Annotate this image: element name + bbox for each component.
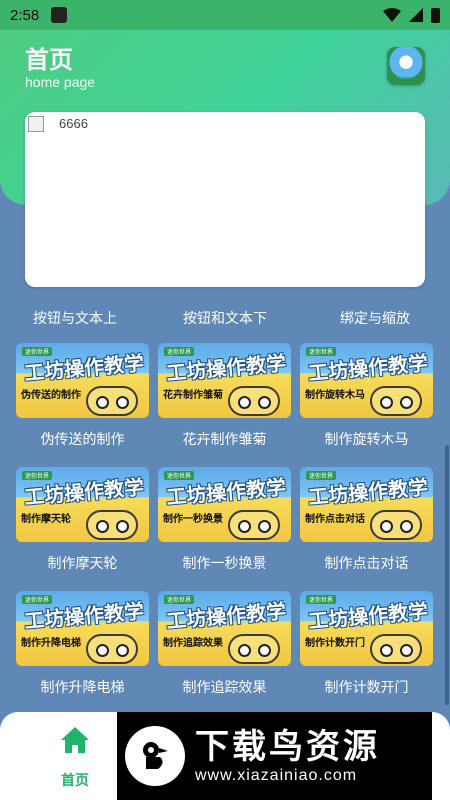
notification-icon [51, 7, 68, 23]
tab-button-text-bottom[interactable]: 按钮和文本下 [150, 308, 300, 328]
tutorial-card[interactable]: 迷你世界 工坊操作教学 伪传送的制作 伪传送的制作 [16, 343, 149, 449]
thumb-caption: 制作点击对话 [305, 514, 365, 525]
tutorial-label[interactable]: 伪传送的制作 [16, 429, 149, 449]
tutorial-label[interactable]: 制作点击对话 [300, 553, 433, 573]
page-subtitle: home page [25, 74, 96, 90]
category-tabs: 按钮与文本上 按钮和文本下 绑定与缩放 [0, 308, 450, 328]
tutorial-card[interactable]: 迷你世界 工坊操作教学 制作摩天轮 制作摩天轮 [16, 467, 149, 573]
avatar-caption: 功能助手 [395, 77, 416, 83]
tutorial-label[interactable]: 制作旋转木马 [300, 429, 433, 449]
nav-home-label: 首页 [61, 773, 89, 789]
tutorial-card[interactable]: 迷你世界 工坊操作教学 制作一秒换景 制作一秒换景 [158, 467, 291, 573]
tutorial-card[interactable]: 迷你世界 工坊操作教学 制作点击对话 制作点击对话 [300, 467, 433, 573]
tutorial-label[interactable]: 制作计数开门 [300, 677, 433, 697]
tutorial-card[interactable]: 迷你世界 工坊操作教学 制作升降电梯 制作升降电梯 [16, 591, 149, 697]
tutorial-label[interactable]: 制作追踪效果 [158, 677, 291, 697]
banner-image[interactable]: 6666 [25, 112, 425, 287]
banner-alt-text: 6666 [59, 116, 88, 131]
thumb-caption: 制作一秒换景 [163, 514, 223, 525]
home-icon [61, 727, 89, 753]
watermark-overlay: 下载鸟资源 www.xiazainiao.com [117, 712, 432, 800]
status-bar: 2:58 [0, 0, 450, 30]
thumb-caption: 制作摩天轮 [21, 514, 71, 525]
signal-icon [409, 8, 423, 22]
tutorial-thumbnail[interactable]: 迷你世界 工坊操作教学 制作点击对话 [300, 467, 433, 542]
tutorial-label[interactable]: 制作一秒换景 [158, 553, 291, 573]
tutorial-card[interactable]: 迷你世界 工坊操作教学 花卉制作雏菊 花卉制作雏菊 [158, 343, 291, 449]
scrollbar[interactable] [445, 445, 449, 705]
tutorial-thumbnail[interactable]: 迷你世界 工坊操作教学 制作一秒换景 [158, 467, 291, 542]
tutorial-thumbnail[interactable]: 迷你世界 工坊操作教学 制作旋转木马 [300, 343, 433, 418]
tutorial-thumbnail[interactable]: 迷你世界 工坊操作教学 制作追踪效果 [158, 591, 291, 666]
thumb-caption: 花卉制作雏菊 [163, 390, 223, 401]
tab-bind-zoom[interactable]: 绑定与缩放 [300, 308, 450, 328]
page-title: 首页 [25, 46, 73, 74]
watermark-title: 下载鸟资源 [195, 727, 380, 767]
thumb-caption: 制作旋转木马 [305, 390, 365, 401]
watermark-logo [125, 726, 185, 786]
thumb-caption: 伪传送的制作 [21, 390, 81, 401]
tutorial-thumbnail[interactable]: 迷你世界 工坊操作教学 伪传送的制作 [16, 343, 149, 418]
thumb-caption: 制作升降电梯 [21, 638, 81, 649]
tutorial-thumbnail[interactable]: 迷你世界 工坊操作教学 花卉制作雏菊 [158, 343, 291, 418]
watermark-url: www.xiazainiao.com [195, 767, 358, 784]
battery-icon [431, 7, 440, 23]
wifi-icon [383, 8, 401, 22]
tutorial-label[interactable]: 制作摩天轮 [16, 553, 149, 573]
broken-image-icon [28, 116, 44, 132]
tab-button-text-top[interactable]: 按钮与文本上 [0, 308, 150, 328]
tutorial-label[interactable]: 制作升降电梯 [16, 677, 149, 697]
tutorial-thumbnail[interactable]: 迷你世界 工坊操作教学 制作计数开门 [300, 591, 433, 666]
tutorial-thumbnail[interactable]: 迷你世界 工坊操作教学 制作摩天轮 [16, 467, 149, 542]
tutorial-card[interactable]: 迷你世界 工坊操作教学 制作计数开门 制作计数开门 [300, 591, 433, 697]
tutorial-grid: 迷你世界 工坊操作教学 伪传送的制作 伪传送的制作 迷你世界 工坊操作教学 花卉… [16, 343, 434, 715]
tutorial-card[interactable]: 迷你世界 工坊操作教学 制作追踪效果 制作追踪效果 [158, 591, 291, 697]
tutorial-card[interactable]: 迷你世界 工坊操作教学 制作旋转木马 制作旋转木马 [300, 343, 433, 449]
bird-icon [143, 742, 168, 769]
status-time: 2:58 [10, 6, 40, 24]
tutorial-label[interactable]: 花卉制作雏菊 [158, 429, 291, 449]
tutorial-thumbnail[interactable]: 迷你世界 工坊操作教学 制作升降电梯 [16, 591, 149, 666]
thumb-caption: 制作计数开门 [305, 638, 365, 649]
nav-item-home[interactable]: 首页 [40, 726, 110, 790]
thumb-caption: 制作追踪效果 [163, 638, 223, 649]
